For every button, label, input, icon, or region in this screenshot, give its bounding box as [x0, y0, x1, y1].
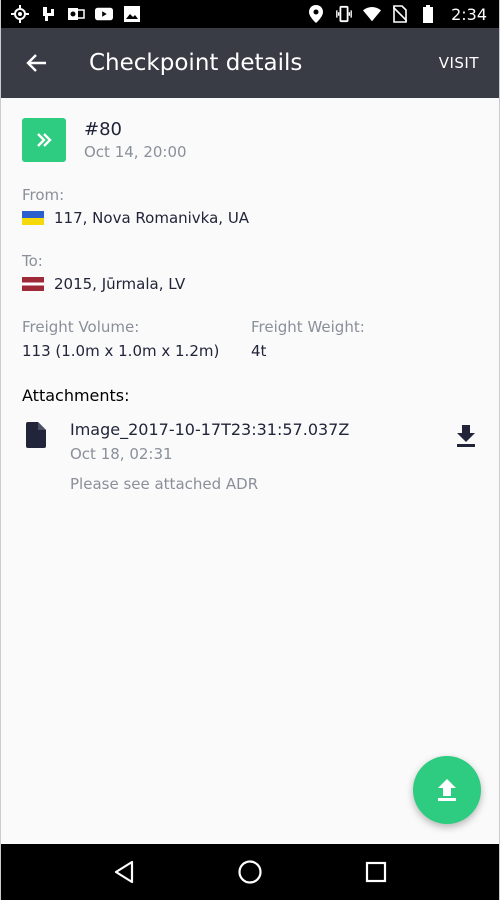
- attachment-name: Image_2017-10-17T23:31:57.037Z: [70, 420, 350, 439]
- checkpoint-header: #80 Oct 14, 20:00: [22, 118, 187, 162]
- arrow-left-icon: [26, 54, 46, 72]
- visit-button[interactable]: VISIT: [419, 28, 499, 98]
- no-sim-icon: [391, 5, 409, 23]
- freight-weight: Freight Weight: 4t: [251, 318, 480, 360]
- ukraine-flag-icon: [22, 211, 44, 225]
- to-row: 2015, Jūrmala, LV: [22, 275, 185, 293]
- download-icon: [457, 425, 475, 447]
- to-section: To: 2015, Jūrmala, LV: [22, 252, 185, 293]
- attachment-date: Oct 18, 02:31: [70, 445, 173, 463]
- attachments-label: Attachments:: [22, 386, 130, 405]
- latvia-flag-icon: [22, 277, 44, 291]
- attachment-note: Please see attached ADR: [70, 475, 259, 493]
- nav-home-button[interactable]: [230, 852, 270, 892]
- back-button[interactable]: [1, 28, 71, 98]
- upload-icon: [438, 779, 456, 801]
- checkpoint-date: Oct 14, 20:00: [84, 143, 187, 161]
- square-recents-icon: [365, 861, 387, 883]
- from-section: From: 117, Nova Romanivka, UA: [22, 186, 249, 227]
- freight-volume: Freight Volume: 113 (1.0m x 1.0m x 1.2m): [22, 318, 251, 360]
- to-label: To:: [22, 252, 43, 270]
- freight-section: Freight Volume: 113 (1.0m x 1.0m x 1.2m)…: [22, 318, 480, 360]
- vibrate-icon: [335, 5, 353, 23]
- double-chevron-right-icon: [37, 133, 52, 147]
- nav-recents-button[interactable]: [356, 852, 396, 892]
- status-bar: 2:34: [1, 0, 499, 28]
- outlook-icon: [67, 5, 85, 23]
- freight-weight-label: Freight Weight:: [251, 318, 365, 336]
- image-icon: [123, 5, 141, 23]
- triangle-back-icon: [114, 860, 134, 884]
- from-row: 117, Nova Romanivka, UA: [22, 209, 249, 227]
- navigation-bar: [1, 844, 499, 900]
- file-icon: [26, 422, 46, 452]
- status-right-icons: 2:34: [307, 5, 487, 24]
- location-icon: [307, 5, 325, 23]
- checkpoint-details-content: #80 Oct 14, 20:00 From: 117, Nova Romani…: [1, 98, 499, 844]
- nav-back-button[interactable]: [104, 852, 144, 892]
- status-time: 2:34: [451, 4, 487, 24]
- from-label: From:: [22, 186, 65, 204]
- to-value: 2015, Jūrmala, LV: [54, 275, 186, 293]
- circle-home-icon: [238, 860, 262, 884]
- status-left-icons: [11, 5, 141, 23]
- youtube-icon: [95, 5, 113, 23]
- checkpoint-badge: [22, 118, 66, 162]
- freight-weight-value: 4t: [251, 342, 267, 360]
- download-button[interactable]: [450, 420, 482, 452]
- checkpoint-info: #80 Oct 14, 20:00: [84, 118, 187, 162]
- app-bar: Checkpoint details VISIT: [1, 28, 499, 98]
- wifi-icon: [363, 5, 382, 23]
- attachment-text: Image_2017-10-17T23:31:57.037Z Oct 18, 0…: [70, 420, 349, 493]
- freight-volume-value: 113 (1.0m x 1.0m x 1.2m): [22, 342, 220, 360]
- from-value: 117, Nova Romanivka, UA: [54, 209, 250, 227]
- battery-icon: [419, 5, 437, 23]
- page-title: Checkpoint details: [89, 50, 303, 76]
- upload-fab-button[interactable]: [413, 756, 481, 824]
- gps-icon: [11, 5, 29, 23]
- freight-volume-label: Freight Volume:: [22, 318, 140, 336]
- checkpoint-number: #80: [84, 119, 122, 140]
- usb-icon: [39, 5, 57, 23]
